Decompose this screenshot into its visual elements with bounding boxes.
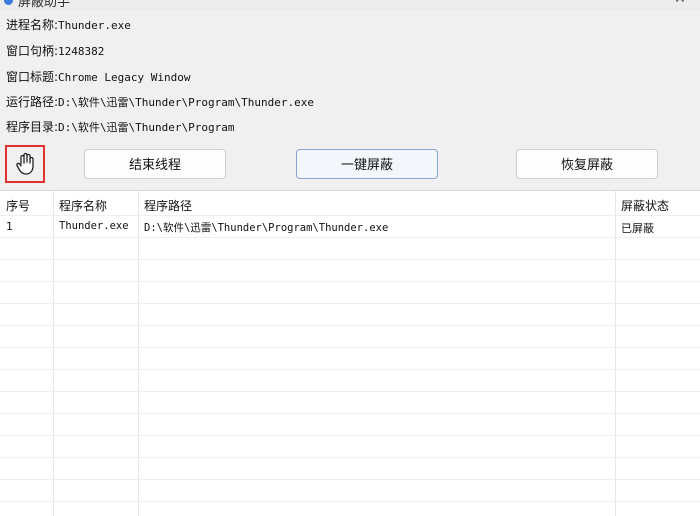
run-path-label: 运行路径:: [6, 95, 59, 109]
row-divider: [0, 435, 700, 436]
cell-shield-status[interactable]: 已屏蔽: [621, 220, 654, 236]
window-title-label: 窗口标题:: [6, 70, 59, 84]
row-divider: [0, 391, 700, 392]
row-divider: [0, 259, 700, 260]
restore-shield-button[interactable]: 恢复屏蔽: [516, 149, 658, 179]
window-picker-button[interactable]: [5, 145, 45, 183]
one-click-shield-button[interactable]: 一键屏蔽: [296, 149, 438, 179]
cell-index[interactable]: 1: [6, 220, 13, 233]
row-divider: [0, 347, 700, 348]
row-divider: [0, 457, 700, 458]
window-title-line: 窗口标题:Chrome Legacy Window: [6, 68, 191, 85]
process-name-line: 进程名称:Thunder.exe: [6, 16, 131, 33]
header-program-name[interactable]: 程序名称: [59, 197, 107, 214]
header-program-path[interactable]: 程序路径: [144, 197, 192, 214]
program-dir-value: D:\软件\迅雷\Thunder\Program: [58, 121, 235, 134]
row-divider: [0, 369, 700, 370]
window-handle-value: 1248382: [58, 45, 105, 58]
row-divider: [0, 413, 700, 414]
window-handle-line: 窗口句柄:1248382: [6, 42, 104, 59]
window-title-value: Chrome Legacy Window: [58, 71, 191, 84]
process-table[interactable]: 序号 程序名称 程序路径 屏蔽状态 1 Thunder.exe D:\软件\迅雷…: [0, 190, 700, 516]
minimize-button[interactable]: —: [620, 0, 640, 8]
hand-pointer-icon: [16, 152, 34, 175]
run-path-line: 运行路径:D:\软件\迅雷\Thunder\Program\Thunder.ex…: [6, 93, 314, 110]
row-divider: [0, 479, 700, 480]
cell-program-path[interactable]: D:\软件\迅雷\Thunder\Program\Thunder.exe: [144, 220, 388, 235]
row-divider: [0, 215, 700, 216]
row-divider: [0, 281, 700, 282]
program-dir-line: 程序目录:D:\软件\迅雷\Thunder\Program: [6, 118, 235, 135]
end-thread-button[interactable]: 结束线程: [84, 149, 226, 179]
process-name-label: 进程名称:: [6, 18, 59, 32]
row-divider: [0, 325, 700, 326]
window-handle-label: 窗口句柄:: [6, 44, 59, 58]
row-divider: [0, 501, 700, 502]
close-button[interactable]: ✕: [670, 0, 690, 8]
process-name-value: Thunder.exe: [58, 19, 131, 32]
window-title: 屏蔽助手: [18, 0, 71, 10]
column-divider: [615, 191, 616, 516]
program-dir-label: 程序目录:: [6, 120, 59, 134]
column-divider: [138, 191, 139, 516]
cell-program-name[interactable]: Thunder.exe: [59, 220, 129, 232]
app-icon: [4, 0, 13, 5]
run-path-value: D:\软件\迅雷\Thunder\Program\Thunder.exe: [58, 96, 314, 109]
row-divider: [0, 237, 700, 238]
column-divider: [53, 191, 54, 516]
header-index[interactable]: 序号: [6, 197, 30, 214]
header-shield-status[interactable]: 屏蔽状态: [621, 197, 669, 214]
row-divider: [0, 303, 700, 304]
title-bar: 屏蔽助手 — ✕: [0, 0, 700, 10]
info-panel: 进程名称:Thunder.exe 窗口句柄:1248382 窗口标题:Chrom…: [0, 10, 700, 190]
